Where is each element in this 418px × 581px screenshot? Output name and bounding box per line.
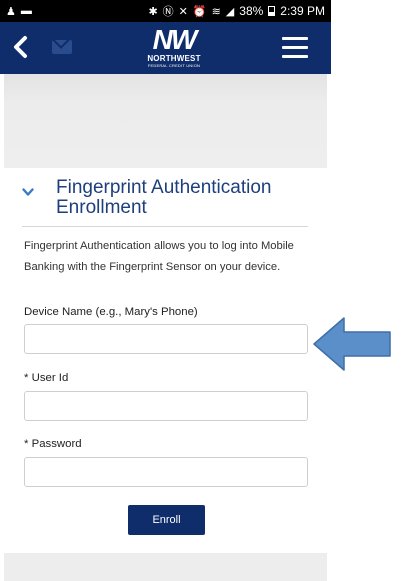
enroll-button[interactable]: Enroll: [128, 505, 205, 535]
alarm-icon: ⏰: [192, 5, 207, 18]
logo-subtitle: FEDERAL CREDIT UNION: [147, 63, 201, 68]
pointer-arrow-icon: [313, 317, 391, 371]
password-label: * Password: [24, 438, 82, 450]
status-right: ✱ Ⓝ ✕ ⏰ ≋ ◢ 38% 2:39 PM: [148, 3, 325, 19]
brand-logo: NW NORTHWEST FEDERAL CREDIT UNION: [142, 26, 206, 70]
section-title: Fingerprint Authentication Enrollment: [56, 177, 272, 218]
clock: 2:39 PM: [280, 4, 325, 18]
section-description: Fingerprint Authentication allows you to…: [24, 240, 294, 273]
device-name-label: Device Name (e.g., Mary's Phone): [24, 306, 198, 318]
battery-icon: [268, 6, 276, 16]
chevron-down-icon[interactable]: [22, 186, 34, 198]
status-left: ♟ ▬: [6, 5, 32, 18]
logo-mark: NW: [152, 24, 198, 55]
user-id-label: * User Id: [24, 372, 69, 384]
logo-name: NORTHWEST: [147, 54, 201, 63]
section-divider: [22, 226, 308, 227]
menu-bar-icon: [282, 55, 308, 58]
footer-band: [4, 553, 327, 581]
back-arrow-icon: [14, 36, 27, 58]
banner-placeholder: [4, 74, 327, 168]
signal-icon: ◢: [225, 5, 235, 18]
wifi-icon: ≋: [211, 5, 221, 18]
notification-icon: ♟: [6, 5, 16, 18]
gallery-icon: ▬: [20, 5, 32, 17]
nfc-icon: Ⓝ: [162, 6, 174, 18]
status-bar: ♟ ▬ ✱ Ⓝ ✕ ⏰ ≋ ◢ 38% 2:39 PM: [0, 0, 331, 22]
device-name-input[interactable]: [24, 324, 308, 354]
menu-bar-icon: [282, 37, 308, 40]
password-input[interactable]: [24, 457, 308, 487]
user-id-input[interactable]: [24, 391, 308, 421]
bluetooth-icon: ✱: [148, 5, 158, 18]
app-screen: ♟ ▬ ✱ Ⓝ ✕ ⏰ ≋ ◢ 38% 2:39 PM NW NORTHWEST…: [0, 0, 331, 581]
mute-icon: ✕: [178, 5, 188, 18]
mail-icon[interactable]: [52, 40, 72, 54]
app-header: NW NORTHWEST FEDERAL CREDIT UNION: [0, 22, 331, 74]
hamburger-menu-button[interactable]: [282, 37, 308, 59]
back-button[interactable]: [12, 32, 36, 62]
battery-percent: 38%: [239, 4, 264, 18]
menu-bar-icon: [282, 46, 308, 49]
